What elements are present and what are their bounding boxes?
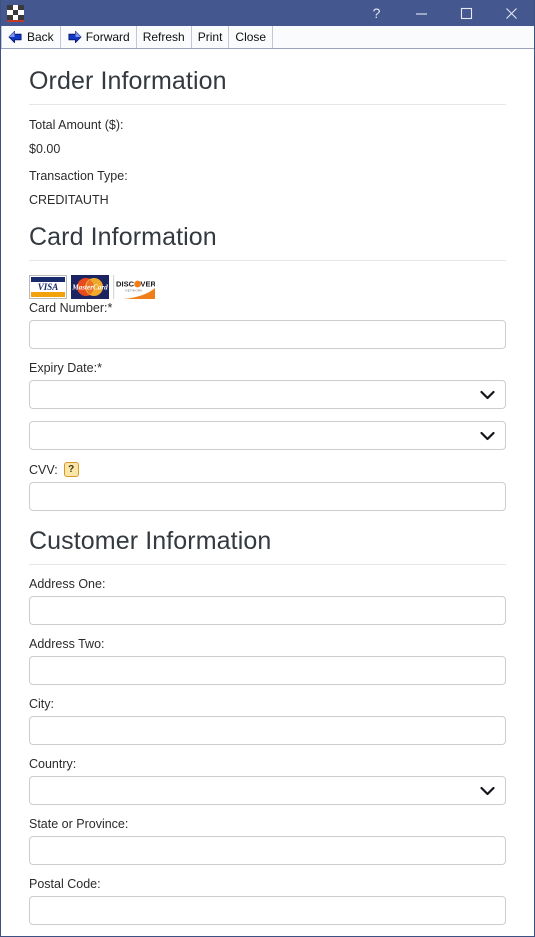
postal-code-field-group: Postal Code: [29,877,506,925]
transaction-type-value: CREDITAUTH [29,193,109,207]
card-number-field-group: Card Number:* [29,301,506,349]
city-input[interactable] [29,716,506,745]
toolbar-button-close-label: Close [235,30,267,44]
help-button[interactable]: ? [354,0,399,26]
state-label: State or Province: [29,817,129,831]
svg-text:VISA: VISA [38,282,59,292]
svg-text:DISC: DISC [116,280,135,289]
browser-window: ? Back Forward Refresh Print Close Order… [0,0,535,937]
cvv-label-row: CVV: ? [29,462,506,477]
minimize-icon[interactable] [399,0,444,26]
country-select-wrap [29,776,506,805]
toolbar-button-print[interactable]: Print [192,26,230,48]
maximize-icon[interactable] [444,0,489,26]
address-two-label: Address Two: [29,637,105,651]
toolbar-button-refresh-label: Refresh [142,30,185,44]
expiry-date-label: Expiry Date:* [29,361,102,375]
toolbar-button-back[interactable]: Back [1,26,61,48]
postal-code-input[interactable] [29,896,506,925]
card-number-label: Card Number:* [29,301,113,315]
toolbar-button-forward-label: Forward [85,30,130,44]
city-label: City: [29,697,54,711]
cvv-label: CVV: [29,462,58,477]
cvv-field-group: CVV: ? [29,462,506,511]
card-number-input[interactable] [29,320,506,349]
toolbar-button-refresh[interactable]: Refresh [137,26,192,48]
forward-arrow-icon [68,30,82,44]
customer-information-heading: Customer Information [29,527,506,565]
toolbar-button-back-label: Back [27,30,54,44]
card-information-heading: Card Information [29,223,506,261]
visa-card-logo: VISA [29,275,67,299]
city-field-group: City: [29,697,506,745]
svg-text:NETWORK: NETWORK [125,288,142,292]
expiry-month-select-wrap [29,380,506,409]
state-input[interactable] [29,836,506,865]
svg-text:MasterCard: MasterCard [71,284,108,292]
country-label: Country: [29,757,77,771]
transaction-type-label: Transaction Type: [29,169,128,183]
address-one-label: Address One: [29,577,106,591]
address-one-field-group: Address One: [29,577,506,625]
discover-card-logo: DISC VER NETWORK [113,275,155,299]
navigation-toolbar: Back Forward Refresh Print Close [1,26,534,49]
cvv-help-icon[interactable]: ? [63,462,79,477]
total-amount-value: $0.00 [29,142,61,156]
payment-form-content: Order Information Total Amount ($): $0.0… [1,49,534,936]
cvv-input[interactable] [29,482,506,511]
toolbar-button-forward[interactable]: Forward [61,26,137,48]
expiry-month-select[interactable] [29,380,506,409]
total-amount-label: Total Amount ($): [29,118,124,132]
state-field-group: State or Province: [29,817,506,865]
address-one-input[interactable] [29,596,506,625]
country-field-group: Country: [29,757,506,805]
back-arrow-icon [8,30,22,44]
expiry-date-field-group: Expiry Date:* [29,361,506,409]
country-select[interactable] [29,776,506,805]
accepted-cards-list: VISA MasterCard DISC VER NETWORK [29,275,506,299]
expiry-year-select[interactable] [29,421,506,450]
title-bar: ? [1,0,534,26]
toolbar-empty-area [273,26,534,48]
app-grid-icon [7,4,24,22]
toolbar-button-close[interactable]: Close [229,26,274,48]
toolbar-button-print-label: Print [197,30,223,44]
postal-code-label: Postal Code: [29,877,101,891]
expiry-year-field-group [29,421,506,450]
expiry-year-select-wrap [29,421,506,450]
address-two-field-group: Address Two: [29,637,506,685]
order-information-heading: Order Information [29,67,506,105]
close-icon[interactable] [489,0,534,26]
address-two-input[interactable] [29,656,506,685]
mastercard-card-logo: MasterCard [71,275,109,299]
svg-text:VER: VER [140,280,155,289]
